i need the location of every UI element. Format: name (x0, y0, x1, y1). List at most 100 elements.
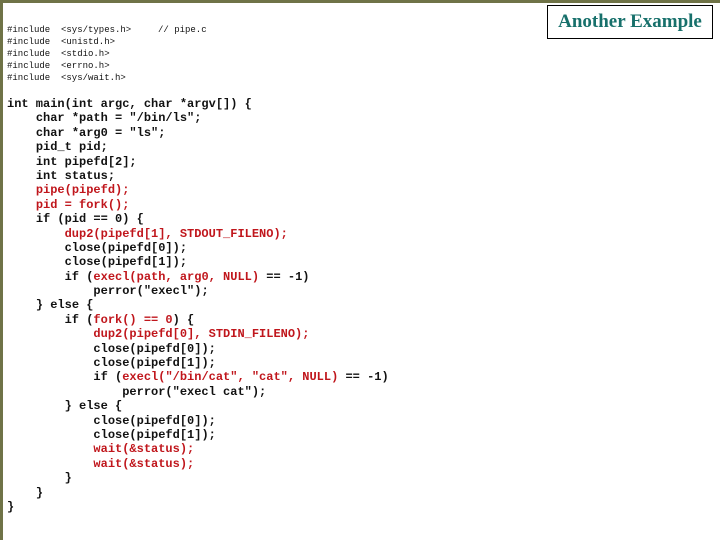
code-line: wait(&status); (7, 442, 389, 456)
slide-title: Another Example (547, 5, 713, 39)
code-text: if ( (93, 370, 123, 385)
code-line: } else { (7, 298, 389, 312)
code-text: close(pipefd[0]); (64, 240, 188, 255)
include-header: <errno.h> (61, 61, 110, 71)
code-text: perror("execl"); (93, 284, 209, 299)
code-line: close(pipefd[0]); (7, 414, 389, 428)
code-line: wait(&status); (7, 457, 389, 471)
include-line: #include <sys/wait.h> (7, 72, 207, 84)
include-directives: #include <sys/types.h> // pipe.c #include <u… (7, 24, 207, 84)
code-line: if (execl(path, arg0, NULL) == -1) (7, 270, 389, 284)
code-line: } (7, 500, 389, 514)
include-header: <stdio.h> (61, 49, 110, 59)
code-line: perror("execl cat"); (7, 385, 389, 399)
code-text: int main(int argc, char *argv[]) { (7, 97, 252, 111)
include-directive: #include (7, 73, 51, 83)
code-line: close(pipefd[0]); (7, 241, 389, 255)
include-directive: #include (7, 37, 51, 47)
code-text: ) { (172, 312, 195, 327)
code-line: close(pipefd[1]); (7, 255, 389, 269)
highlighted-code: execl("/bin/cat", "cat", NULL) (122, 370, 339, 385)
code-text: == -1) (338, 370, 389, 385)
highlighted-code: dup2(pipefd[1], STDOUT_FILENO); (64, 226, 288, 241)
include-line: #include <errno.h> (7, 60, 207, 72)
code-line: } (7, 486, 389, 500)
code-line: close(pipefd[0]); (7, 342, 389, 356)
code-text: if ( (64, 269, 94, 284)
code-line: if (fork() == 0) { (7, 313, 389, 327)
code-line: } (7, 471, 389, 485)
slide-title-text: Another Example (558, 11, 702, 32)
code-line: pipe(pipefd); (7, 183, 389, 197)
code-line: if (pid == 0) { (7, 212, 389, 226)
code-text: } (7, 499, 15, 514)
include-comment: // pipe.c (158, 25, 207, 35)
include-header: <sys/wait.h> (61, 73, 126, 83)
include-header: <unistd.h> (61, 37, 116, 47)
code-line: char *arg0 = "ls"; (7, 126, 389, 140)
code-text: pid_t pid; (35, 140, 108, 155)
code-line: int pipefd[2]; (7, 155, 389, 169)
include-directive: #include (7, 61, 51, 71)
code-text: int pipefd[2]; (35, 154, 137, 169)
code-line: int status; (7, 169, 389, 183)
code-text: } (35, 485, 44, 500)
code-text: close(pipefd[0]); (93, 341, 216, 356)
include-line: #include <unistd.h> (7, 36, 207, 48)
code-text: perror("execl cat"); (122, 384, 267, 399)
highlighted-code: wait(&status); (93, 442, 195, 457)
code-text: == -1) (259, 269, 310, 284)
code-text: char *path = "/bin/ls"; (35, 111, 202, 126)
code-text: if (pid == 0) { (35, 212, 144, 227)
highlighted-code: fork() == 0 (93, 312, 173, 327)
include-directive: #include (7, 49, 51, 59)
highlighted-code: pipe(pipefd); (35, 183, 130, 198)
code-text: close(pipefd[1]); (64, 255, 188, 270)
slide-frame-left-border (0, 0, 3, 540)
include-line: #include <sys/types.h> // pipe.c (7, 24, 207, 36)
code-line: perror("execl"); (7, 284, 389, 298)
include-directive: #include (7, 25, 51, 35)
code-text: } else { (64, 399, 123, 414)
code-text: char *arg0 = "ls"; (35, 125, 166, 140)
code-line: dup2(pipefd[0], STDIN_FILENO); (7, 327, 389, 341)
code-text: } (64, 471, 72, 486)
code-listing: int main(int argc, char *argv[]) { char … (7, 97, 389, 514)
code-text: int status; (35, 168, 116, 183)
code-line: if (execl("/bin/cat", "cat", NULL) == -1… (7, 370, 389, 385)
code-line: } else { (7, 399, 389, 413)
code-text: if ( (64, 312, 94, 327)
code-line: close(pipefd[1]); (7, 428, 389, 442)
code-text: } else { (35, 298, 94, 313)
highlighted-code: wait(&status); (93, 456, 195, 471)
include-line: #include <stdio.h> (7, 48, 207, 60)
slide-frame-top-border (0, 0, 720, 3)
code-line: dup2(pipefd[1], STDOUT_FILENO); (7, 227, 389, 241)
